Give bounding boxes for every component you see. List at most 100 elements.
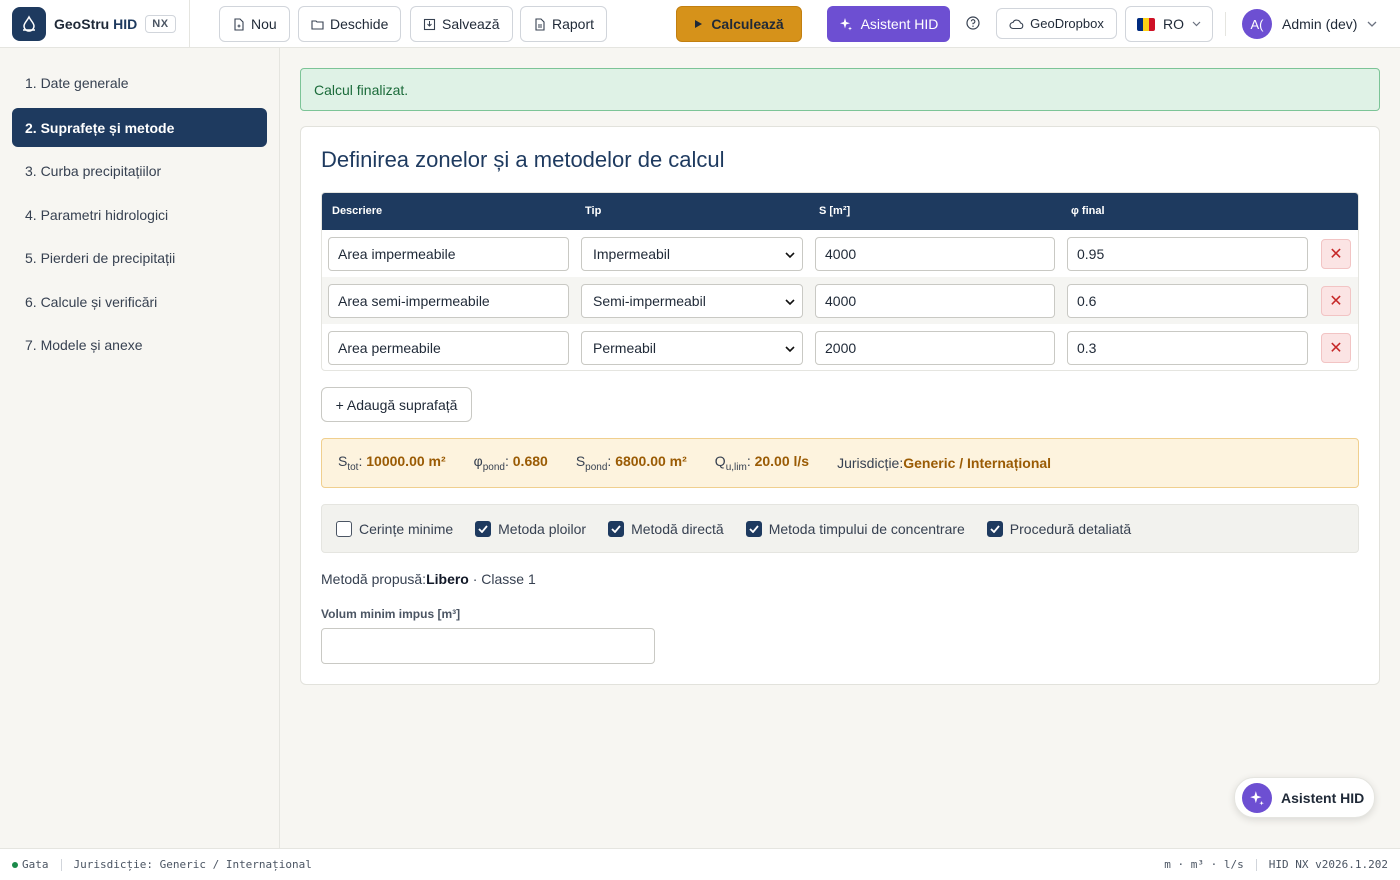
user-menu[interactable]: A( Admin (dev) (1242, 8, 1377, 40)
delete-row-button[interactable]: ✕ (1321, 333, 1351, 363)
minimum-volume-label: Volum minim impus [m³] (321, 607, 461, 621)
calculate-button[interactable]: Calculează (676, 6, 802, 42)
chevron-down-icon (785, 252, 795, 259)
method-checkboxes: Cerințe minime Metoda ploilor Metodă dir… (321, 504, 1359, 553)
column-header-area: S [m²] (819, 205, 851, 217)
check-icon (611, 524, 621, 533)
cloud-icon (1009, 19, 1024, 29)
table-row: Area permeabile Permeabil 2000 0.3 ✕ (322, 324, 1358, 370)
type-select[interactable]: Permeabil (581, 331, 803, 365)
surfaces-table: Descriere Tip S [m²] φ final Area imperm… (321, 192, 1359, 371)
avatar: A( (1242, 9, 1272, 39)
status-state: Gata (22, 858, 49, 871)
checkbox-box[interactable] (986, 520, 1003, 537)
chevron-down-icon (785, 346, 795, 353)
column-header-description: Descriere (332, 205, 383, 217)
phi-input[interactable]: 0.6 (1067, 284, 1308, 318)
weighted-area-summary: Spond: 6800.00 m² (575, 453, 687, 473)
column-header-type: Tip (585, 205, 602, 217)
play-icon (695, 20, 703, 28)
checkbox-box[interactable] (336, 520, 352, 537)
checkbox-minimum-requirements[interactable]: Cerințe minime (336, 520, 453, 537)
assistant-button[interactable]: Asistent HID (827, 6, 950, 42)
jurisdiction-summary: Jurisdicție:Generic / Internațional (837, 455, 1052, 471)
description-input[interactable]: Area semi-impermeabile (328, 284, 569, 318)
checkbox-box[interactable] (475, 520, 492, 537)
sidebar: 1. Date generale 2. Suprafețe și metode … (0, 48, 280, 848)
check-icon (478, 524, 488, 533)
status-divider (1255, 858, 1257, 871)
sidebar-item-general-data[interactable]: 1. Date generale (12, 63, 267, 102)
open-button[interactable]: Deschide (298, 6, 402, 42)
delete-row-button[interactable]: ✕ (1321, 239, 1351, 269)
type-select[interactable]: Impermeabil (581, 237, 803, 271)
sidebar-item-precipitation-curve[interactable]: 3. Curba precipitațiilor (12, 151, 267, 190)
table-header: Descriere Tip S [m²] φ final (322, 193, 1358, 230)
check-icon (749, 524, 759, 533)
description-input[interactable]: Area permeabile (328, 331, 569, 365)
checkbox-rain-method[interactable]: Metoda ploilor (475, 520, 586, 537)
phi-input[interactable]: 0.95 (1067, 237, 1308, 271)
phi-input[interactable]: 0.3 (1067, 331, 1308, 365)
chevron-down-icon (785, 299, 795, 306)
sidebar-item-precipitation-losses[interactable]: 5. Pierderi de precipitații (12, 238, 267, 277)
status-jurisdiction: Jurisdicție: Generic / Internațional (73, 858, 312, 871)
report-button[interactable]: Raport (520, 6, 608, 42)
sidebar-item-models-annexes[interactable]: 7. Modele și anexe (12, 325, 267, 364)
summary-panel: Stot: 10000.00 m² φpond: 0.680 Spond: 68… (321, 438, 1359, 488)
chevron-down-icon (1368, 21, 1377, 27)
sparkle-icon (1242, 782, 1272, 813)
chevron-down-icon (1192, 21, 1201, 27)
area-input[interactable]: 2000 (815, 331, 1055, 365)
status-dot-icon (12, 861, 18, 868)
romania-flag-icon (1137, 17, 1155, 31)
checkbox-detailed-procedure[interactable]: Procedură detaliată (986, 520, 1131, 537)
sparkle-icon (839, 18, 852, 31)
type-select[interactable]: Semi-impermeabil (581, 284, 803, 318)
status-units: m · m³ · l/s (1164, 858, 1244, 871)
status-divider (60, 858, 62, 871)
status-bar: Gata Jurisdicție: Generic / Internaționa… (0, 848, 1400, 880)
minimum-volume-input[interactable] (321, 628, 655, 664)
description-input[interactable]: Area impermeabile (328, 237, 569, 271)
checkbox-box[interactable] (608, 520, 625, 537)
check-icon (990, 524, 1000, 533)
table-row: Area impermeabile Impermeabil 4000 0.95 … (322, 230, 1358, 277)
proposed-method: Metodă propusă:Libero · Classe 1 (321, 571, 536, 587)
geodropbox-button[interactable]: GeoDropbox (996, 8, 1117, 39)
new-button[interactable]: Nou (219, 6, 290, 42)
brand: GeoStru HID NX (0, 0, 190, 48)
save-icon (423, 18, 436, 30)
weighted-phi-summary: φpond: 0.680 (473, 453, 548, 473)
app-header: GeoStru HID NX Nou Deschide Salvează Rap… (0, 0, 1400, 48)
save-button[interactable]: Salvează (410, 6, 513, 42)
app-logo-icon (12, 6, 46, 41)
sidebar-item-surfaces-methods[interactable]: 2. Suprafețe și metode (12, 108, 267, 147)
table-row: Area semi-impermeabile Semi-impermeabil … (322, 277, 1358, 324)
new-file-icon (234, 17, 244, 31)
checkbox-box[interactable] (745, 520, 762, 537)
report-icon (535, 17, 545, 31)
success-alert: Calcul finalizat. (300, 68, 1380, 111)
assistant-fab[interactable]: Asistent HID (1234, 777, 1375, 818)
area-input[interactable]: 4000 (815, 237, 1055, 271)
checkbox-direct-method[interactable]: Metodă directă (608, 520, 724, 537)
flow-limit-summary: Qu,lim: 20.00 l/s (714, 453, 810, 473)
help-icon[interactable] (965, 15, 981, 31)
folder-icon (311, 19, 324, 30)
language-select[interactable]: RO (1125, 6, 1213, 42)
surfaces-card: Definirea zonelor și a metodelor de calc… (300, 126, 1380, 685)
add-surface-button[interactable]: + Adaugă suprafață (321, 387, 472, 422)
sidebar-item-hydrologic-params[interactable]: 4. Parametri hidrologici (12, 195, 267, 234)
sidebar-item-calculations[interactable]: 6. Calcule și verificări (12, 282, 267, 321)
total-area-summary: Stot: 10000.00 m² (338, 453, 446, 473)
page-title: Definirea zonelor și a metodelor de calc… (321, 147, 725, 172)
column-header-phi: φ final (1071, 205, 1105, 217)
checkbox-concentration-time-method[interactable]: Metoda timpului de concentrare (745, 520, 965, 537)
user-name: Admin (dev) (1282, 16, 1358, 32)
app-name: GeoStru HID (54, 15, 138, 32)
status-version: HID NX v2026.1.202 (1268, 858, 1388, 871)
area-input[interactable]: 4000 (815, 284, 1055, 318)
edition-badge: NX (145, 14, 176, 33)
delete-row-button[interactable]: ✕ (1321, 286, 1351, 316)
